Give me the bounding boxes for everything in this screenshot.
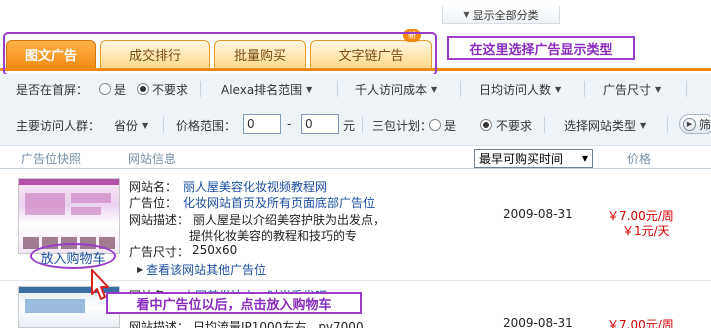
guarantee-no-requirement-label: 不要求 [496, 119, 533, 133]
dropdown-label: 广告尺寸 [603, 83, 652, 97]
province-dropdown[interactable]: 省份 ▼ [114, 117, 148, 134]
guarantee-yes-label: 是 [444, 119, 457, 133]
price-per-week: ￥7.00元/周 [607, 318, 674, 328]
divider [460, 81, 461, 97]
divider [337, 81, 338, 97]
chevron-down-icon: ▼ [306, 85, 313, 94]
chevron-down-icon: ▼ [655, 85, 662, 94]
site-desc-label: 网站描述： [129, 213, 190, 227]
site-desc-line1: 丽人屋是以介绍美容护肤为出发点， [193, 213, 386, 227]
homepage-yes-radio[interactable] [99, 83, 111, 95]
hand-cursor-icon [91, 269, 109, 300]
arrow-right-icon: ▶ [683, 117, 696, 131]
other-ad-slots-text: 查看该网站其他广告位 [146, 263, 267, 277]
currency-unit: 元 [343, 119, 356, 133]
site-name-link[interactable]: 丽人屋美容化妆视频教程网 [183, 178, 327, 195]
triangle-right-icon: ▶ [137, 265, 144, 274]
show-all-label: 显示全部分类 [472, 8, 539, 22]
ad-size-dropdown[interactable]: 广告尺寸 ▼ [603, 81, 661, 98]
divider [667, 117, 668, 133]
homepage-no-requirement-label: 不要求 [152, 83, 189, 97]
available-date: 2009-08-31 [503, 316, 573, 328]
cpm-dropdown[interactable]: 千人访问成本 ▼ [355, 81, 437, 98]
divider [362, 117, 363, 133]
divider [686, 81, 687, 97]
homepage-filter-label: 是否在首屏： [16, 83, 89, 97]
divider [163, 117, 164, 133]
guarantee-no-requirement-radio[interactable] [480, 119, 492, 131]
annotation-select-type: 在这里选择广告显示类型 [447, 36, 635, 60]
ad-size-value: 250x60 [192, 243, 238, 257]
filter-button-label: 筛 [699, 117, 711, 132]
annotation-tabs-highlight [3, 32, 437, 76]
daily-visits-dropdown[interactable]: 日均访问人数 ▼ [479, 81, 561, 98]
dropdown-label: Alexa排名范围 [221, 83, 303, 97]
guarantee-plan-label: 三包计划： [372, 119, 433, 133]
available-date: 2009-08-31 [503, 207, 573, 221]
price-min-input[interactable]: 0 [243, 114, 281, 134]
add-to-cart-button[interactable]: 放入购物车 [36, 248, 110, 267]
show-all-categories-button[interactable]: ▼ 显示全部分类 [442, 6, 560, 24]
price-range-label: 价格范围： [176, 119, 237, 133]
price-per-day: ￥1元/天 [622, 224, 670, 238]
other-ad-slots-link[interactable]: ▶ 查看该网站其他广告位 [137, 261, 266, 278]
col-header-snapshot: 广告位快照 [21, 151, 82, 166]
col-header-site-info: 网站信息 [128, 151, 177, 166]
chevron-down-icon: ▼ [581, 154, 588, 163]
chevron-down-icon: ▼ [640, 121, 647, 130]
annotation-add-to-cart-hint: 看中广告位以后，点击放入购物车 [106, 292, 362, 314]
dropdown-label: 选择网站类型 [564, 119, 637, 133]
site-desc-label: 网站描述： [129, 320, 190, 328]
price-max-input[interactable]: 0 [301, 114, 339, 134]
divider [200, 81, 201, 97]
chevron-down-icon: ▼ [431, 85, 438, 94]
divider [544, 117, 545, 133]
ad-size-label: 广告尺寸： [129, 245, 190, 259]
ad-slot-link[interactable]: 化妆网站首页及所有页面底部广告位 [183, 194, 375, 211]
homepage-yes-label: 是 [114, 83, 127, 97]
chevron-down-icon: ▼ [555, 85, 562, 94]
chevron-down-icon: ▼ [142, 121, 149, 130]
range-dash: - [287, 117, 292, 131]
divider [584, 81, 585, 97]
audience-filter-label: 主要访问人群： [16, 119, 101, 133]
site-type-dropdown[interactable]: 选择网站类型 ▼ [564, 117, 646, 134]
expand-icon: ▼ [463, 10, 470, 19]
dropdown-label: 千人访问成本 [355, 83, 428, 97]
site-name-label: 网站名： [129, 180, 178, 194]
filter-button[interactable]: ▶ 筛 [679, 114, 711, 134]
dropdown-label: 省份 [114, 119, 139, 133]
site-desc-line2: 提供化妆美容的教程和技巧的专 [189, 229, 358, 243]
homepage-no-requirement-radio[interactable] [137, 83, 149, 95]
site-desc-line1: 日均流量IP1000左右，pv7000 [193, 320, 364, 328]
sort-select-value: 最早可购买时间 [479, 152, 564, 166]
col-header-price: 价格 [627, 151, 652, 166]
alexa-rank-dropdown[interactable]: Alexa排名范围 ▼ [221, 81, 312, 98]
guarantee-yes-radio[interactable] [429, 119, 441, 131]
header-divider [0, 168, 711, 169]
sort-select[interactable]: 最早可购买时间 ▼ [474, 149, 593, 168]
dropdown-label: 日均访问人数 [479, 83, 552, 97]
ad-slot-label: 广告位： [129, 196, 178, 210]
